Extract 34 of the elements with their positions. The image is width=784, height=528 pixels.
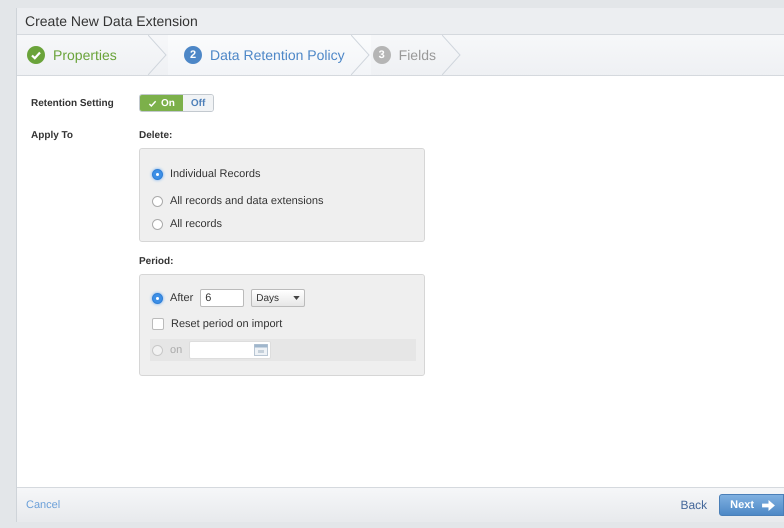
toggle-off-label: Off (182, 95, 214, 111)
check-icon (148, 98, 157, 108)
checkbox[interactable] (152, 318, 164, 330)
window-title: Create New Data Extension (25, 13, 198, 29)
toggle-on-label: On (161, 98, 175, 108)
calendar-icon (254, 344, 268, 356)
field-label: Retention Setting (31, 98, 115, 108)
option-label: on (170, 344, 182, 356)
unit-dropdown[interactable]: Days (251, 289, 306, 307)
radio-button[interactable] (152, 292, 163, 304)
step-number: 3 (372, 46, 391, 64)
option-label: After (170, 292, 194, 304)
arrow-right-icon (762, 500, 775, 510)
section-heading: Delete: (139, 130, 174, 141)
number-field[interactable]: 6 (200, 289, 244, 307)
radio-button[interactable] (152, 168, 163, 180)
check-icon (27, 46, 45, 64)
radio-button[interactable] (152, 196, 163, 206)
next-button[interactable]: Next (719, 494, 784, 516)
option-label: Individual Records (170, 168, 260, 180)
back-link[interactable]: Back (680, 498, 708, 512)
wizard-step[interactable]: 3 Fields (370, 35, 462, 75)
caret-icon (293, 296, 300, 300)
radio-button[interactable] (152, 218, 163, 230)
field-label: Apply To (31, 130, 74, 141)
wizard-step[interactable]: 2 Data Retention Policy (168, 35, 371, 75)
section-heading: Period: (139, 256, 174, 267)
cancel-link[interactable]: Cancel (26, 499, 60, 511)
step-number: 2 (184, 46, 202, 64)
option-label: All records and data extensions (170, 195, 324, 207)
wizard-step[interactable]: Properties (17, 35, 168, 75)
option-label: Reset period on import (171, 318, 282, 330)
option-label: All records (170, 218, 222, 230)
toggle-switch[interactable]: On Off (139, 94, 214, 112)
